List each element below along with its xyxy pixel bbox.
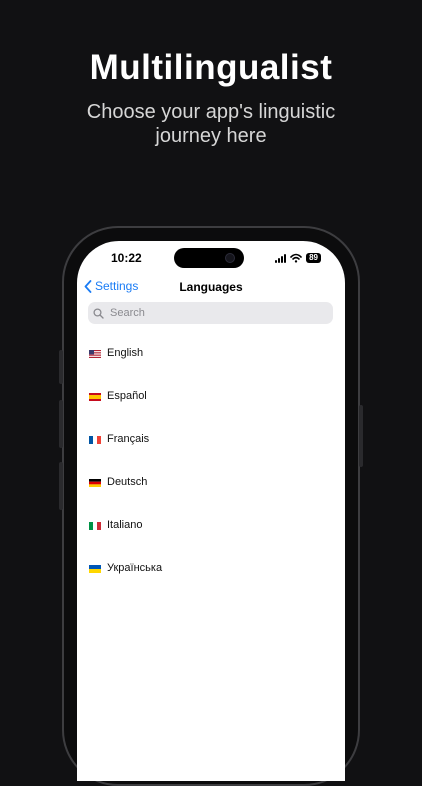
status-icons: 89 bbox=[275, 252, 321, 264]
ukraine-flag-icon bbox=[89, 565, 101, 573]
list-item-french[interactable]: Français bbox=[77, 424, 345, 467]
language-label: Deutsch bbox=[107, 476, 148, 488]
language-list: English Español Français Deutsch Italian… bbox=[77, 338, 345, 596]
language-label: English bbox=[107, 347, 144, 359]
list-item-german[interactable]: Deutsch bbox=[77, 467, 345, 510]
language-label: Français bbox=[107, 433, 150, 445]
volume-up-button bbox=[59, 400, 63, 448]
list-item-italian[interactable]: Italiano bbox=[77, 510, 345, 553]
italy-flag-icon bbox=[89, 522, 101, 530]
language-label: Español bbox=[107, 390, 147, 402]
germany-flag-icon bbox=[89, 479, 101, 487]
search-bar[interactable] bbox=[88, 302, 333, 324]
promo-title: Multilingualist bbox=[89, 48, 333, 87]
page-title: Languages bbox=[179, 280, 243, 294]
spain-flag-icon bbox=[89, 393, 101, 401]
camera-icon bbox=[225, 253, 235, 263]
mute-switch bbox=[59, 350, 63, 384]
list-item-english[interactable]: English bbox=[77, 338, 345, 381]
language-label: Italiano bbox=[107, 519, 143, 531]
search-icon bbox=[93, 307, 104, 319]
search-input[interactable] bbox=[108, 306, 312, 320]
promo-subtitle: Choose your app's linguistic journey her… bbox=[86, 101, 336, 147]
dynamic-island bbox=[174, 248, 244, 268]
status-time: 10:22 bbox=[111, 251, 142, 265]
phone-screen: 10:22 89 Settings Languages Search Engli… bbox=[77, 241, 345, 781]
list-item-spanish[interactable]: Español bbox=[77, 381, 345, 424]
us-flag-icon bbox=[89, 350, 101, 358]
language-label: Українська bbox=[107, 562, 163, 574]
wifi-icon bbox=[290, 253, 302, 263]
list-item-ukrainian[interactable]: Українська bbox=[77, 553, 345, 596]
cellular-signal-icon bbox=[275, 253, 287, 263]
france-flag-icon bbox=[89, 436, 101, 444]
volume-down-button bbox=[59, 462, 63, 510]
power-button bbox=[359, 405, 363, 467]
battery-indicator: 89 bbox=[306, 253, 321, 263]
